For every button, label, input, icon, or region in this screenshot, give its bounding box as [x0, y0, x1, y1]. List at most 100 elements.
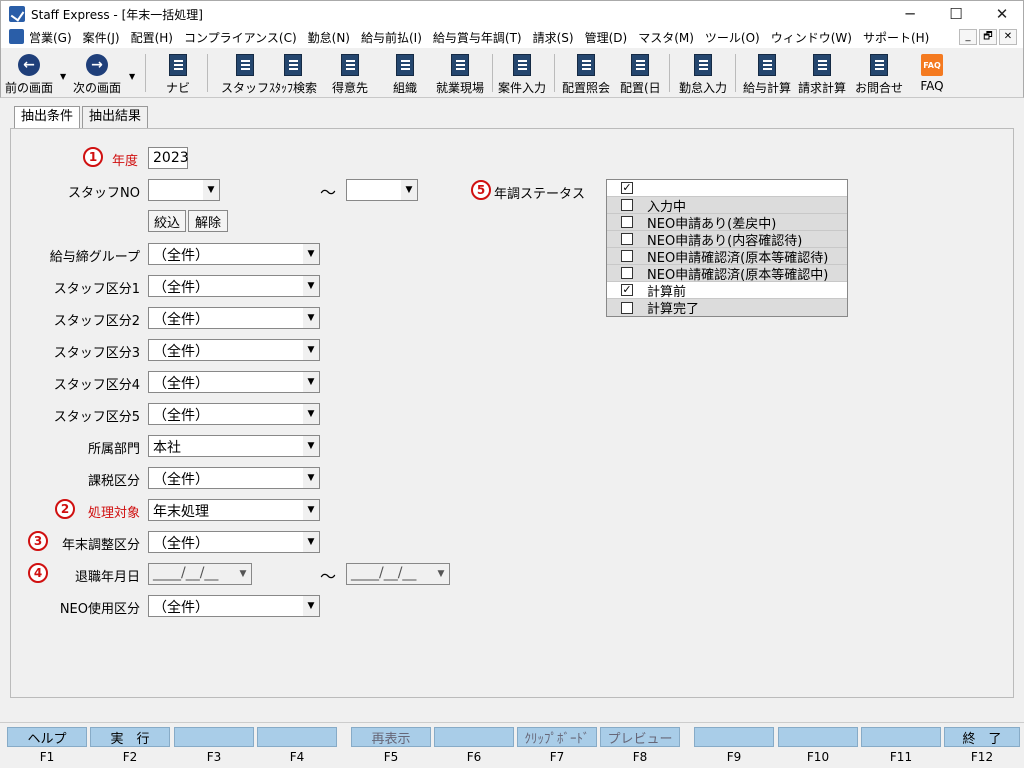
- badge-2: 2: [55, 499, 75, 519]
- staff-cat1-select[interactable]: （全件） ▼: [148, 275, 320, 297]
- next-dropdown-icon[interactable]: ▼: [129, 72, 135, 81]
- f8-preview-button[interactable]: プレビュー: [600, 727, 680, 747]
- job-input-button[interactable]: 案件入力: [498, 50, 546, 96]
- menu-attendance[interactable]: 勤怠(N): [308, 29, 350, 46]
- status-option[interactable]: 入力中: [607, 197, 847, 215]
- client-button[interactable]: 得意先: [332, 50, 368, 96]
- menu-master[interactable]: マスタ(M): [638, 29, 694, 46]
- retire-label: 退職年月日: [74, 570, 140, 585]
- org-button[interactable]: 組織: [393, 50, 417, 96]
- status-option[interactable]: ✓ 計算前: [607, 282, 847, 300]
- staff-cat4-select[interactable]: （全件） ▼: [148, 371, 320, 393]
- billing-calc-icon: [813, 54, 831, 76]
- menu-window[interactable]: ウィンドウ(W): [771, 29, 852, 46]
- f2-execute-button[interactable]: 実 行: [90, 727, 170, 747]
- retire-to-date[interactable]: ____/__/__ ▼: [346, 563, 450, 585]
- billing-calc-button[interactable]: 請求計算: [798, 50, 846, 96]
- inquiry-icon: [870, 54, 888, 76]
- f3-button[interactable]: [174, 727, 254, 747]
- prev-screen-button[interactable]: ← 前の画面: [5, 50, 53, 96]
- menu-advance-pay[interactable]: 給与前払(I): [361, 29, 422, 46]
- minimize-button[interactable]: ─: [887, 1, 933, 27]
- staff-no-to-select[interactable]: ▼: [346, 179, 418, 201]
- f4-button[interactable]: [257, 727, 337, 747]
- checkbox[interactable]: [621, 233, 633, 245]
- prev-dropdown-icon[interactable]: ▼: [60, 72, 66, 81]
- checkbox-all[interactable]: ✓: [621, 182, 633, 194]
- status-option[interactable]: 計算完了: [607, 299, 847, 317]
- f12-exit-button[interactable]: 終 了: [944, 727, 1020, 747]
- menu-jobs[interactable]: 案件(J): [83, 29, 120, 46]
- filter-button[interactable]: 絞込: [148, 210, 186, 232]
- clear-button[interactable]: 解除: [188, 210, 228, 232]
- staff-no-from-select[interactable]: ▼: [148, 179, 220, 201]
- dept-select[interactable]: 本社 ▼: [148, 435, 320, 457]
- payroll-calc-button[interactable]: 給与計算: [743, 50, 791, 96]
- menu-bar: 営業(G) 案件(J) 配置(H) コンプライアンス(C) 勤怠(N) 給与前払…: [0, 26, 1024, 48]
- tax-select[interactable]: （全件） ▼: [148, 467, 320, 489]
- neo-select[interactable]: （全件） ▼: [148, 595, 320, 617]
- f6-label: F6: [466, 750, 482, 764]
- pay-group-select[interactable]: （全件） ▼: [148, 243, 320, 265]
- site-button[interactable]: 就業現場: [436, 50, 484, 96]
- menu-payroll[interactable]: 給与賞与年調(T): [433, 29, 522, 46]
- menu-billing[interactable]: 請求(S): [533, 29, 574, 46]
- tab-criteria[interactable]: 抽出条件: [14, 106, 81, 129]
- next-screen-button[interactable]: → 次の画面: [73, 50, 121, 96]
- status-option[interactable]: NEO申請あり(差戻中): [607, 214, 847, 232]
- year-input[interactable]: 2023: [148, 147, 189, 169]
- chevron-down-icon: ▼: [303, 468, 319, 488]
- navi-button[interactable]: ナビ: [166, 50, 190, 96]
- inquiry-button[interactable]: お問合せ: [855, 50, 903, 96]
- f8-label: F8: [632, 750, 648, 764]
- faq-button[interactable]: FAQ FAQ: [920, 50, 944, 96]
- checkbox[interactable]: [621, 267, 633, 279]
- f5-refresh-button[interactable]: 再表示: [351, 727, 431, 747]
- staff-cat2-select[interactable]: （全件） ▼: [148, 307, 320, 329]
- status-option[interactable]: NEO申請あり(内容確認待): [607, 231, 847, 249]
- staff-cat5-select[interactable]: （全件） ▼: [148, 403, 320, 425]
- f9-button[interactable]: [694, 727, 774, 747]
- mdi-restore-button[interactable]: 🗗: [979, 29, 997, 45]
- tab-results[interactable]: 抽出結果: [82, 106, 149, 128]
- menu-tools[interactable]: ツール(O): [705, 29, 760, 46]
- checkbox[interactable]: [621, 301, 633, 314]
- maximize-button[interactable]: ☐: [933, 1, 979, 27]
- status-option-all[interactable]: ✓: [607, 180, 847, 197]
- range-tilde: ～: [320, 567, 337, 586]
- checkbox[interactable]: [621, 216, 633, 228]
- close-button[interactable]: ✕: [979, 1, 1024, 27]
- chevron-down-icon: ▼: [303, 372, 319, 392]
- neo-label: NEO使用区分: [59, 602, 140, 617]
- f1-help-button[interactable]: ヘルプ: [7, 727, 87, 747]
- assign-view-button[interactable]: 配置照会: [562, 50, 610, 96]
- checkbox[interactable]: [621, 199, 633, 211]
- staff-search-button[interactable]: ｽﾀｯﾌ検索: [269, 50, 317, 96]
- range-tilde: ～: [320, 183, 337, 202]
- mdi-close-button[interactable]: ✕: [999, 29, 1017, 45]
- year-label: 年度: [111, 154, 138, 169]
- menu-admin[interactable]: 管理(D): [585, 29, 628, 46]
- checkbox[interactable]: [621, 250, 633, 262]
- f10-button[interactable]: [778, 727, 858, 747]
- status-checklist: ✓ 入力中 NEO申請あり(差戻中) NEO申請あり(内容確認待) NEO申請確…: [606, 179, 848, 317]
- arrow-left-icon: ←: [18, 54, 40, 76]
- menu-support[interactable]: サポート(H): [863, 29, 929, 46]
- mdi-minimize-button[interactable]: _: [959, 29, 977, 45]
- staff-cat3-select[interactable]: （全件） ▼: [148, 339, 320, 361]
- target-select[interactable]: 年末処理 ▼: [148, 499, 320, 521]
- f11-button[interactable]: [861, 727, 941, 747]
- adjust-select[interactable]: （全件） ▼: [148, 531, 320, 553]
- assign-day-button[interactable]: 配置(日: [620, 50, 661, 96]
- attendance-input-button[interactable]: 勤怠入力: [679, 50, 727, 96]
- status-option[interactable]: NEO申請確認済(原本等確認待): [607, 248, 847, 266]
- staff-button[interactable]: スタッフ: [221, 50, 269, 96]
- menu-sales[interactable]: 営業(G): [29, 29, 72, 46]
- f7-clipboard-button[interactable]: ｸﾘｯﾌﾟﾎﾞｰﾄﾞ: [517, 727, 597, 747]
- menu-assign[interactable]: 配置(H): [131, 29, 173, 46]
- status-option[interactable]: NEO申請確認済(原本等確認中): [607, 265, 847, 283]
- menu-compliance[interactable]: コンプライアンス(C): [184, 29, 297, 46]
- f6-button[interactable]: [434, 727, 514, 747]
- retire-from-date[interactable]: ____/__/__ ▼: [148, 563, 252, 585]
- checkbox[interactable]: ✓: [621, 284, 633, 296]
